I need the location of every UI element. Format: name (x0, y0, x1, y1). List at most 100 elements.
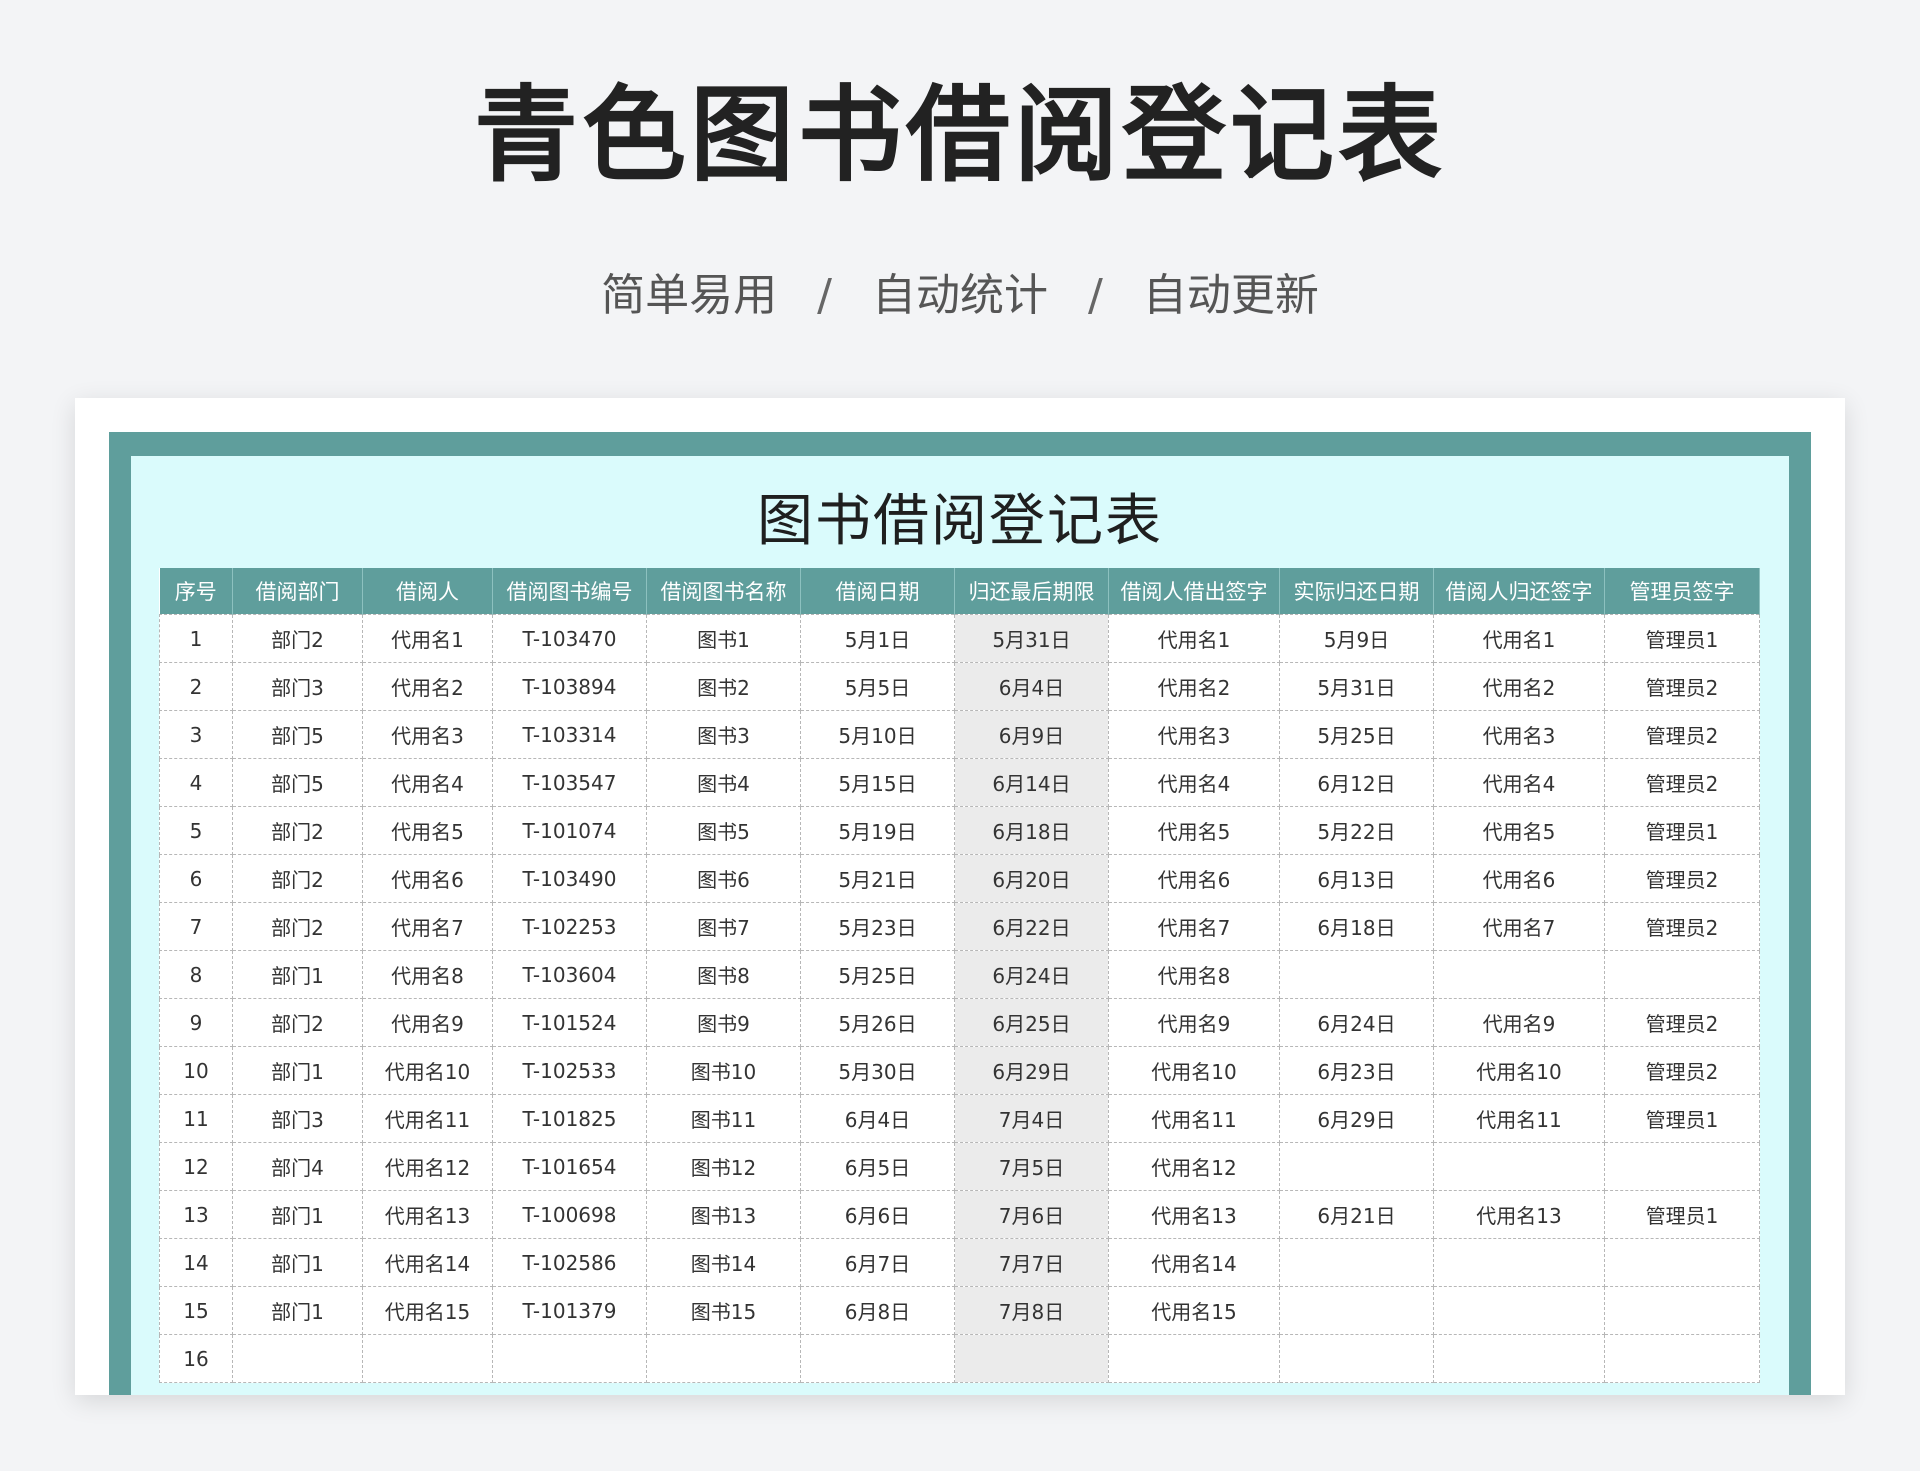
table-cell-borrow-signature[interactable]: 代用名11 (1108, 1094, 1280, 1143)
table-cell-due-date[interactable]: 7月4日 (954, 1094, 1109, 1143)
table-cell-due-date[interactable] (954, 1334, 1109, 1383)
table-cell-book-name[interactable]: 图书6 (646, 854, 801, 903)
table-cell-borrow-date[interactable]: 5月19日 (800, 806, 955, 855)
table-cell-borrow-signature[interactable]: 代用名6 (1108, 854, 1280, 903)
table-cell-admin-signature[interactable]: 管理员2 (1604, 854, 1760, 903)
table-cell-index[interactable]: 16 (159, 1334, 233, 1383)
table-cell-return-signature[interactable]: 代用名13 (1433, 1190, 1605, 1239)
table-cell-admin-signature[interactable]: 管理员2 (1604, 998, 1760, 1047)
table-cell-return-signature[interactable]: 代用名7 (1433, 902, 1605, 951)
table-cell-return-date[interactable]: 5月9日 (1279, 614, 1434, 663)
table-cell-due-date[interactable]: 7月8日 (954, 1286, 1109, 1335)
table-cell-borrow-signature[interactable]: 代用名14 (1108, 1238, 1280, 1287)
table-cell-borrow-signature[interactable]: 代用名12 (1108, 1142, 1280, 1191)
table-cell-admin-signature[interactable] (1604, 950, 1760, 999)
table-cell-book-name[interactable]: 图书15 (646, 1286, 801, 1335)
table-cell-return-signature[interactable] (1433, 950, 1605, 999)
table-cell-due-date[interactable]: 6月29日 (954, 1046, 1109, 1095)
table-cell-borrower[interactable]: 代用名4 (362, 758, 493, 807)
table-cell-book-name[interactable]: 图书2 (646, 662, 801, 711)
table-cell-due-date[interactable]: 7月7日 (954, 1238, 1109, 1287)
table-cell-admin-signature[interactable]: 管理员1 (1604, 1094, 1760, 1143)
table-cell-book-id[interactable]: T-103314 (492, 710, 647, 759)
table-cell-book-id[interactable] (492, 1334, 647, 1383)
table-cell-due-date[interactable]: 6月25日 (954, 998, 1109, 1047)
table-cell-return-signature[interactable]: 代用名4 (1433, 758, 1605, 807)
table-cell-book-id[interactable]: T-101524 (492, 998, 647, 1047)
table-cell-admin-signature[interactable] (1604, 1238, 1760, 1287)
table-cell-book-id[interactable]: T-103547 (492, 758, 647, 807)
table-cell-borrow-signature[interactable]: 代用名8 (1108, 950, 1280, 999)
table-cell-book-name[interactable]: 图书5 (646, 806, 801, 855)
table-cell-index[interactable]: 15 (159, 1286, 233, 1335)
table-cell-due-date[interactable]: 6月20日 (954, 854, 1109, 903)
table-cell-borrow-signature[interactable]: 代用名5 (1108, 806, 1280, 855)
table-cell-borrower[interactable]: 代用名5 (362, 806, 493, 855)
table-cell-book-id[interactable]: T-101654 (492, 1142, 647, 1191)
table-cell-borrow-signature[interactable]: 代用名2 (1108, 662, 1280, 711)
table-cell-index[interactable]: 2 (159, 662, 233, 711)
table-cell-due-date[interactable]: 6月14日 (954, 758, 1109, 807)
table-cell-department[interactable]: 部门1 (232, 1238, 363, 1287)
table-cell-due-date[interactable]: 6月18日 (954, 806, 1109, 855)
table-cell-admin-signature[interactable]: 管理员2 (1604, 902, 1760, 951)
table-cell-admin-signature[interactable]: 管理员2 (1604, 1046, 1760, 1095)
table-cell-borrow-signature[interactable]: 代用名7 (1108, 902, 1280, 951)
table-cell-book-name[interactable]: 图书4 (646, 758, 801, 807)
table-cell-due-date[interactable]: 6月24日 (954, 950, 1109, 999)
table-cell-department[interactable]: 部门4 (232, 1142, 363, 1191)
table-cell-index[interactable]: 8 (159, 950, 233, 999)
table-cell-admin-signature[interactable] (1604, 1142, 1760, 1191)
table-cell-borrower[interactable]: 代用名9 (362, 998, 493, 1047)
table-cell-department[interactable]: 部门2 (232, 806, 363, 855)
table-cell-book-name[interactable]: 图书8 (646, 950, 801, 999)
table-cell-index[interactable]: 13 (159, 1190, 233, 1239)
table-cell-department[interactable]: 部门1 (232, 1190, 363, 1239)
table-cell-borrow-signature[interactable]: 代用名15 (1108, 1286, 1280, 1335)
table-cell-return-signature[interactable]: 代用名2 (1433, 662, 1605, 711)
table-cell-index[interactable]: 11 (159, 1094, 233, 1143)
table-cell-borrow-signature[interactable]: 代用名1 (1108, 614, 1280, 663)
table-cell-book-name[interactable]: 图书12 (646, 1142, 801, 1191)
table-cell-due-date[interactable]: 6月22日 (954, 902, 1109, 951)
table-cell-borrow-signature[interactable] (1108, 1334, 1280, 1383)
table-cell-book-id[interactable]: T-103490 (492, 854, 647, 903)
table-cell-borrower[interactable]: 代用名6 (362, 854, 493, 903)
table-cell-index[interactable]: 14 (159, 1238, 233, 1287)
table-cell-book-id[interactable]: T-103894 (492, 662, 647, 711)
table-cell-return-date[interactable]: 6月23日 (1279, 1046, 1434, 1095)
table-cell-book-name[interactable] (646, 1334, 801, 1383)
table-cell-book-id[interactable]: T-100698 (492, 1190, 647, 1239)
table-cell-admin-signature[interactable]: 管理员2 (1604, 710, 1760, 759)
table-cell-admin-signature[interactable]: 管理员2 (1604, 662, 1760, 711)
table-cell-borrower[interactable]: 代用名3 (362, 710, 493, 759)
table-cell-return-date[interactable] (1279, 1142, 1434, 1191)
table-cell-return-date[interactable]: 6月12日 (1279, 758, 1434, 807)
table-cell-return-signature[interactable] (1433, 1334, 1605, 1383)
table-cell-return-date[interactable]: 5月31日 (1279, 662, 1434, 711)
table-cell-return-signature[interactable] (1433, 1142, 1605, 1191)
table-cell-borrow-signature[interactable]: 代用名4 (1108, 758, 1280, 807)
table-cell-borrow-signature[interactable]: 代用名10 (1108, 1046, 1280, 1095)
table-cell-due-date[interactable]: 7月5日 (954, 1142, 1109, 1191)
table-cell-department[interactable]: 部门3 (232, 662, 363, 711)
table-cell-admin-signature[interactable] (1604, 1286, 1760, 1335)
table-cell-borrow-date[interactable]: 5月21日 (800, 854, 955, 903)
table-cell-admin-signature[interactable]: 管理员1 (1604, 614, 1760, 663)
table-cell-borrow-date[interactable]: 5月26日 (800, 998, 955, 1047)
table-cell-due-date[interactable]: 6月9日 (954, 710, 1109, 759)
table-cell-department[interactable]: 部门2 (232, 614, 363, 663)
table-cell-borrow-date[interactable]: 5月25日 (800, 950, 955, 999)
table-cell-department[interactable]: 部门2 (232, 998, 363, 1047)
table-cell-return-signature[interactable]: 代用名1 (1433, 614, 1605, 663)
table-cell-return-date[interactable]: 6月18日 (1279, 902, 1434, 951)
table-cell-borrower[interactable]: 代用名12 (362, 1142, 493, 1191)
table-cell-borrower[interactable]: 代用名13 (362, 1190, 493, 1239)
table-cell-return-date[interactable] (1279, 1286, 1434, 1335)
table-cell-admin-signature[interactable]: 管理员1 (1604, 1190, 1760, 1239)
table-cell-book-name[interactable]: 图书13 (646, 1190, 801, 1239)
table-cell-return-signature[interactable] (1433, 1286, 1605, 1335)
table-cell-return-date[interactable]: 6月13日 (1279, 854, 1434, 903)
table-cell-return-signature[interactable]: 代用名9 (1433, 998, 1605, 1047)
table-cell-borrow-date[interactable]: 6月8日 (800, 1286, 955, 1335)
